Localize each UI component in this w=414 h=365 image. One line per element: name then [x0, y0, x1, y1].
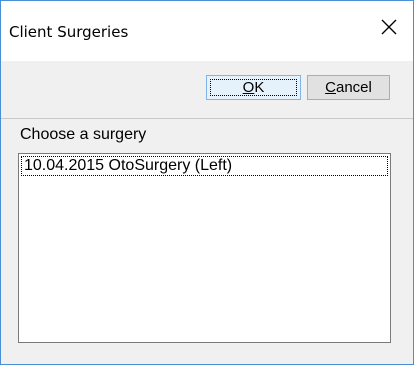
- title-bar: Client Surgeries: [1, 1, 413, 61]
- choose-surgery-label: Choose a surgery: [20, 126, 147, 143]
- ok-button[interactable]: OK: [206, 75, 301, 100]
- content-panel: Choose a surgery 10.04.2015 OtoSurgery (…: [1, 119, 413, 364]
- cancel-button-label: ancel: [335, 79, 372, 96]
- dialog-window: Client Surgeries OK Cancel Choose a surg…: [0, 0, 414, 365]
- ok-button-mnemonic: O: [242, 79, 255, 96]
- cancel-button-mnemonic: C: [325, 79, 336, 96]
- cancel-button[interactable]: Cancel: [307, 75, 390, 100]
- window-title: Client Surgeries: [9, 23, 129, 41]
- close-button[interactable]: [375, 15, 403, 43]
- ok-button-label: K: [254, 79, 265, 96]
- button-bar: OK Cancel: [1, 61, 413, 118]
- ok-button-focus-rect: OK: [210, 79, 297, 96]
- close-icon: [380, 18, 398, 41]
- surgery-list[interactable]: 10.04.2015 OtoSurgery (Left): [18, 153, 391, 343]
- list-item[interactable]: 10.04.2015 OtoSurgery (Left): [21, 156, 388, 176]
